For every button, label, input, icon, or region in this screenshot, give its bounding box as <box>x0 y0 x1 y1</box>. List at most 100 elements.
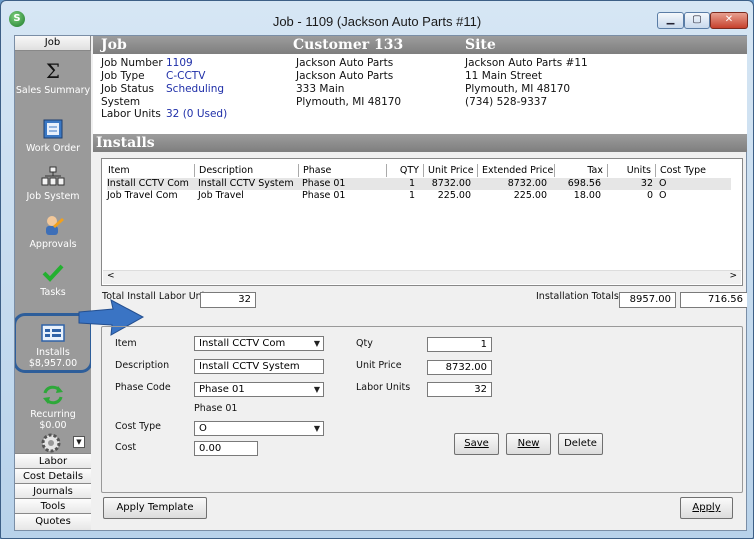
minimize-button[interactable]: ▁ <box>657 12 684 29</box>
site-line: Plymouth, MI 48170 <box>465 83 571 95</box>
checkmark-icon <box>42 264 64 282</box>
horizontal-scrollbar[interactable]: < > <box>103 270 741 284</box>
cell: 1 <box>408 178 415 189</box>
customer-line: Plymouth, MI 48170 <box>296 96 402 108</box>
site-line: (734) 528-9337 <box>465 96 548 108</box>
cost-type-select[interactable]: O <box>194 421 324 436</box>
total-labor-units-field: 32 <box>200 292 256 308</box>
job-content: Job Customer 133 Site Job Number 1109 Jo… <box>93 36 747 530</box>
cell: Phase 01 <box>302 178 346 189</box>
sidebar-item-job-system[interactable]: Job System <box>15 161 91 209</box>
sidebar-tab-tools[interactable]: Tools <box>15 498 91 514</box>
sidebar-item-settings[interactable]: ▼ <box>15 433 91 453</box>
phase-code-select[interactable]: Phase 01 <box>194 382 324 397</box>
column-header[interactable]: Item <box>104 164 195 177</box>
sigma-icon: Σ <box>46 60 60 82</box>
site-section-title: Site <box>465 37 496 53</box>
item-label: Item <box>115 338 137 349</box>
job-number-label: Job Number <box>101 57 163 69</box>
delete-button[interactable]: Delete <box>558 433 603 455</box>
phase-code-label: Phase Code <box>115 382 171 393</box>
cell: Job Travel <box>198 190 244 201</box>
description-label: Description <box>115 360 170 371</box>
labor-units-label: Labor Units <box>101 108 161 120</box>
work-order-icon <box>43 119 63 139</box>
column-header[interactable]: QTY <box>387 164 424 177</box>
cell: 698.56 <box>567 178 601 189</box>
sidebar-tab-quotes[interactable]: Quotes <box>15 513 91 530</box>
table-row[interactable]: Install CCTV Com Install CCTV System Pha… <box>107 178 731 190</box>
installs-grid[interactable]: Item Description Phase QTY Unit Price Ex… <box>101 158 743 286</box>
cost-field[interactable]: 0.00 <box>194 441 258 456</box>
approvals-icon <box>46 216 64 235</box>
cell: 225.00 <box>513 190 547 201</box>
apply-template-button[interactable]: Apply Template <box>103 497 207 519</box>
window-title: Job - 1109 (Jackson Auto Parts #11) <box>272 14 482 29</box>
column-header[interactable]: Description <box>195 164 299 177</box>
sidebar-tab-labor[interactable]: Labor <box>15 453 91 469</box>
total-labor-units-label: Total Install Labor Units <box>102 291 213 302</box>
sidebar-item-work-order[interactable]: Work Order <box>15 113 91 161</box>
chevron-down-icon[interactable]: ▼ <box>73 436 85 448</box>
sidebar-item-amount: $0.00 <box>39 420 67 431</box>
maximize-button[interactable]: ▢ <box>684 12 710 29</box>
cell: Install CCTV Com <box>107 178 189 189</box>
save-button[interactable]: Save <box>454 433 499 455</box>
installation-totals-label: Installation Totals <box>536 291 619 302</box>
cell: O <box>659 190 667 201</box>
apply-button[interactable]: Apply <box>680 497 733 519</box>
sidebar-header-job[interactable]: Job <box>15 36 90 51</box>
job-status-label: Job Status <box>101 83 154 95</box>
unit-price-label: Unit Price <box>356 360 402 371</box>
sidebar-item-recurring[interactable]: Recurring $0.00 <box>15 379 91 431</box>
phase-description: Phase 01 <box>194 403 238 414</box>
column-header[interactable]: Phase <box>299 164 387 177</box>
total-extended-field: 8957.00 <box>619 292 676 308</box>
sidebar: Job Σ Sales Summary Work Order Job Syste… <box>15 36 91 530</box>
job-window: S Job - 1109 (Jackson Auto Parts #11) ▁ … <box>0 0 754 539</box>
item-select[interactable]: Install CCTV Com <box>194 336 324 351</box>
customer-line: Jackson Auto Parts <box>296 70 394 82</box>
new-button[interactable]: New <box>506 433 551 455</box>
info-header-bar: Job Customer 133 Site <box>93 36 747 54</box>
cell: O <box>659 178 667 189</box>
labor-units-field[interactable]: 32 <box>427 382 492 397</box>
scroll-left-icon[interactable]: < <box>107 271 115 281</box>
table-row[interactable]: Job Travel Com Job Travel Phase 01 1 225… <box>107 190 731 202</box>
title-bar[interactable]: S Job - 1109 (Jackson Auto Parts #11) ▁ … <box>1 1 753 35</box>
install-edit-form: Item Install CCTV Com Description Instal… <box>101 326 743 493</box>
labor-units-value: 32 (0 Used) <box>166 108 228 120</box>
sidebar-item-approvals[interactable]: Approvals <box>15 209 91 257</box>
close-button[interactable]: ✕ <box>710 12 748 29</box>
sidebar-tab-cost-details[interactable]: Cost Details <box>15 468 91 484</box>
customer-line: Jackson Auto Parts <box>296 57 394 69</box>
column-header[interactable]: Cost Type <box>656 164 736 177</box>
cell: 8732.00 <box>507 178 547 189</box>
job-type-value: C-CCTV <box>166 70 206 82</box>
column-header[interactable]: Unit Price <box>424 164 478 177</box>
cell: 32 <box>640 178 653 189</box>
job-info-panel: Job Number 1109 Job Type C-CCTV Job Stat… <box>93 54 747 134</box>
unit-price-field[interactable]: 8732.00 <box>427 360 492 375</box>
scroll-right-icon[interactable]: > <box>729 271 737 281</box>
customer-section-title: Customer 133 <box>293 37 404 53</box>
job-number-value: 1109 <box>166 57 193 69</box>
sidebar-items: Σ Sales Summary Work Order Job System Ap… <box>15 51 91 453</box>
column-header[interactable]: Tax <box>555 164 608 177</box>
sidebar-item-sales-summary[interactable]: Σ Sales Summary <box>15 55 91 103</box>
site-line: 11 Main Street <box>465 70 543 82</box>
installs-section-title: Installs <box>93 134 747 152</box>
cell: Install CCTV System <box>198 178 294 189</box>
site-line: Jackson Auto Parts #11 <box>465 57 588 69</box>
column-header[interactable]: Extended Price <box>478 164 555 177</box>
description-field[interactable]: Install CCTV System <box>194 359 324 374</box>
qty-field[interactable]: 1 <box>427 337 492 352</box>
column-header[interactable]: Units <box>608 164 656 177</box>
sidebar-item-label: Work Order <box>25 143 81 154</box>
job-type-label: Job Type <box>101 70 145 82</box>
sidebar-tab-journals[interactable]: Journals <box>15 483 91 499</box>
sidebar-item-label: Recurring <box>30 409 76 420</box>
cell: 0 <box>646 190 653 201</box>
svg-text:Σ: Σ <box>46 60 60 82</box>
sidebar-item-label: Approvals <box>29 239 77 250</box>
